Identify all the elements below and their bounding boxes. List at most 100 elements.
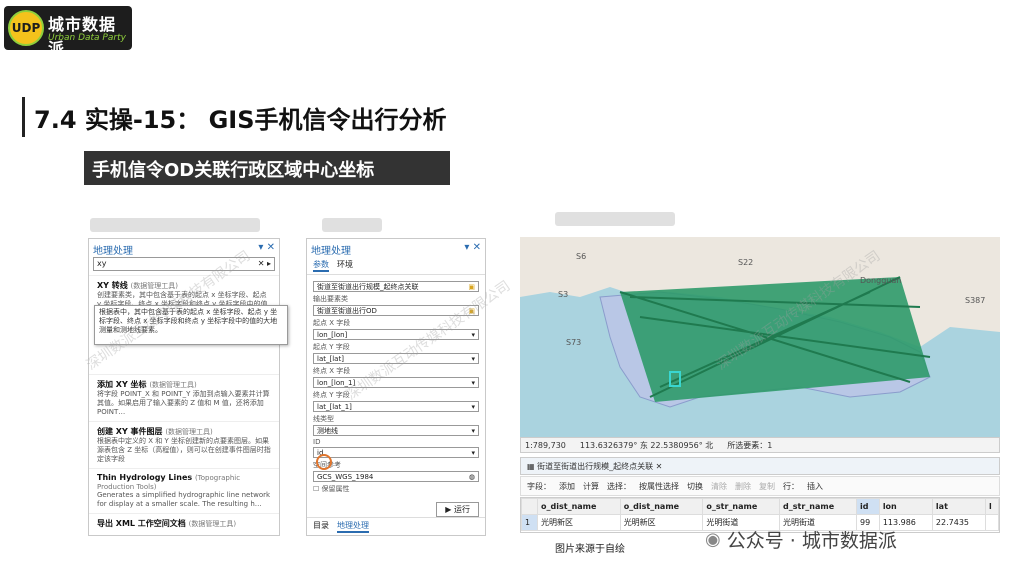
panel-title: 地理处理 xyxy=(311,246,351,257)
tool-desc: 将字段 POINT_X 和 POINT_Y 添加到点输入要素并计算其值。如果启用… xyxy=(97,390,270,416)
table-cell: 1 xyxy=(520,514,539,531)
tool-tooltip: 根据表中，其中包含基于表的起点 x 坐标字段、起点 y 坐标字段、终点 x 坐标… xyxy=(94,305,288,345)
tool-item[interactable]: 导出 XML 工作空间文档 (数据管理工具) xyxy=(89,513,279,533)
map-canvas: S6 S22 S3 S73 S387 Dongguan xyxy=(520,237,1000,408)
output-feature-field[interactable]: 街道至街道出行OD ▣ xyxy=(313,305,479,316)
panel-header: 地理处理 ▾ ✕ xyxy=(307,239,485,257)
tool-name: 导出 XML 工作空间文档 (数据管理工具) xyxy=(97,519,237,528)
blurred-caption xyxy=(90,218,260,232)
blurred-caption xyxy=(322,218,382,232)
map-view[interactable]: S6 S22 S3 S73 S387 Dongguan xyxy=(520,237,1000,437)
highlight-circle xyxy=(316,454,332,470)
tool-name: 添加 XY 坐标 (数据管理工具) xyxy=(97,380,197,389)
chevron-down-icon: ▾ xyxy=(471,426,475,435)
add-field-button[interactable]: 添加 xyxy=(559,481,575,492)
insert-button[interactable]: 插入 xyxy=(807,481,823,492)
chevron-down-icon: ▾ xyxy=(471,354,475,363)
search-input[interactable]: xy ✕ ▸ xyxy=(93,257,275,271)
clear-button[interactable]: 清除 xyxy=(711,481,727,492)
map-label: S3 xyxy=(558,290,568,299)
spatial-reference-field[interactable]: GCS_WGS_1984 ◍ xyxy=(313,471,479,482)
column-header[interactable] xyxy=(520,498,539,515)
keep-attributes-checkbox[interactable]: ☐ 保留属性 xyxy=(313,484,479,494)
attribute-table-tab[interactable]: ▦ 街道至街道出行规模_起终点关联 ✕ xyxy=(520,457,1000,475)
globe-icon: ◍ xyxy=(468,472,475,481)
fields-label: 字段： xyxy=(527,481,551,491)
panel-title: 地理处理 xyxy=(93,246,133,257)
run-button[interactable]: ▶ 运行 xyxy=(436,502,479,517)
column-header[interactable]: id xyxy=(856,498,880,515)
map-label: Dongguan xyxy=(860,276,901,285)
end-x-field[interactable]: lon_[lon_1] ▾ xyxy=(313,377,479,388)
field-label: 输出要素类 xyxy=(313,295,348,303)
column-header[interactable]: d_str_name xyxy=(779,498,858,515)
scale-selector[interactable]: 1:789,730 xyxy=(525,441,566,450)
bottom-tabs: 目录 地理处理 xyxy=(307,517,485,535)
tool-item[interactable]: 创建 XY 事件图层 (数据管理工具) 根据表中定义的 X 和 Y 坐标创建新的… xyxy=(89,421,279,468)
column-header[interactable]: o_str_name xyxy=(702,498,781,515)
table-cell: 光明新区 xyxy=(619,514,704,531)
figure-caption: 图片来源于自绘 xyxy=(555,544,625,555)
geoprocessing-search-panel: 地理处理 ▾ ✕ xy ✕ ▸ XY 转线 (数据管理工具) 创建要素类，其中包… xyxy=(88,238,280,536)
table-cell xyxy=(985,514,999,531)
field-label: 起点 Y 字段 xyxy=(313,343,350,351)
pin-icon[interactable]: ▾ ✕ xyxy=(464,242,481,254)
input-table-field[interactable]: 街道至街道出行规模_起终点关联 ▣ xyxy=(313,281,479,292)
blurred-caption xyxy=(555,212,675,226)
map-label: S387 xyxy=(965,296,985,305)
geoprocessing-tool-panel: 地理处理 ▾ ✕ 参数 环境 街道至街道出行规模_起终点关联 ▣ 输出要素类 街道… xyxy=(306,238,486,536)
column-header[interactable]: l xyxy=(985,498,999,515)
end-y-field[interactable]: lat_[lat_1] ▾ xyxy=(313,401,479,412)
tool-item[interactable]: Thin Hydrology Lines (Topographic Produc… xyxy=(89,468,279,513)
clear-icon[interactable]: ✕ ▸ xyxy=(258,259,271,269)
start-y-field[interactable]: lat_[lat] ▾ xyxy=(313,353,479,364)
column-header[interactable]: lon xyxy=(878,498,933,515)
copy-button[interactable]: 复制 xyxy=(759,481,775,492)
start-x-field[interactable]: lon_[lon] ▾ xyxy=(313,329,479,340)
wechat-icon: ◉ xyxy=(705,529,721,550)
chevron-down-icon: ▾ xyxy=(471,448,475,457)
run-row: ▶ 运行 xyxy=(307,502,479,517)
map-status-bar: 1:789,730 113.6326379° 东 22.5380956° 北 所… xyxy=(520,437,1000,453)
selected-count: 所选要素：1 xyxy=(727,440,773,450)
tool-desc: 根据表中定义的 X 和 Y 坐标创建新的点要素图层。如果源表包含 Z 坐标（高程… xyxy=(97,437,271,463)
logo-tagline: Urban Data Party xyxy=(48,33,126,43)
line-type-field[interactable]: 测地线 ▾ xyxy=(313,425,479,436)
column-header[interactable]: o_dist_name xyxy=(619,498,704,515)
column-header[interactable]: o_dist_name xyxy=(537,498,621,515)
field-label: 终点 X 字段 xyxy=(313,367,351,375)
field-label: 线类型 xyxy=(313,415,334,423)
id-field[interactable]: id ▾ xyxy=(313,447,479,458)
rows-label: 行： xyxy=(783,481,799,491)
table-cell: 光明新区 xyxy=(537,514,621,531)
tab-environments[interactable]: 环境 xyxy=(337,259,353,272)
map-label: S22 xyxy=(738,258,753,267)
tool-item[interactable]: 添加 XY 坐标 (数据管理工具) 将字段 POINT_X 和 POINT_Y … xyxy=(89,374,279,421)
folder-icon: ▣ xyxy=(468,306,475,315)
wechat-watermark: ◉ 公众号 · 城市数据派 xyxy=(705,526,897,553)
tab-geoprocessing[interactable]: 地理处理 xyxy=(337,520,369,533)
logo-badge: UDP xyxy=(8,10,44,46)
tool-name: XY 转线 (数据管理工具) xyxy=(97,281,179,290)
title-accent-bar xyxy=(22,97,25,137)
tool-name: 创建 XY 事件图层 (数据管理工具) xyxy=(97,427,213,436)
field-label: 空间参考 xyxy=(313,461,341,469)
delete-button[interactable]: 删除 xyxy=(735,481,751,492)
select-by-attribute-button[interactable]: 按属性选择 xyxy=(639,481,679,492)
attribute-toolbar: 字段： 添加 计算 选择： 按属性选择 切换 清除 删除 复制 行： 插入 xyxy=(520,476,1000,496)
map-label: S73 xyxy=(566,338,581,347)
folder-icon: ▣ xyxy=(468,282,475,291)
calculate-button[interactable]: 计算 xyxy=(583,481,599,492)
tab-catalog[interactable]: 目录 xyxy=(313,520,329,533)
tab-parameters[interactable]: 参数 xyxy=(313,259,329,272)
map-label: S6 xyxy=(576,252,586,261)
panel-header: 地理处理 ▾ ✕ xyxy=(89,239,279,257)
pin-icon[interactable]: ▾ ✕ xyxy=(258,242,275,254)
wechat-text: 公众号 · 城市数据派 xyxy=(726,530,897,552)
column-header[interactable]: lat xyxy=(931,498,987,515)
field-label: 起点 X 字段 xyxy=(313,319,351,327)
slide-title: 7.4 实操-15： GIS手机信令出行分析 xyxy=(34,106,447,134)
slide-subtitle: 手机信令OD关联行政区域中心坐标 xyxy=(84,151,450,185)
switch-button[interactable]: 切换 xyxy=(687,481,703,492)
selection-label: 选择： xyxy=(607,481,631,491)
